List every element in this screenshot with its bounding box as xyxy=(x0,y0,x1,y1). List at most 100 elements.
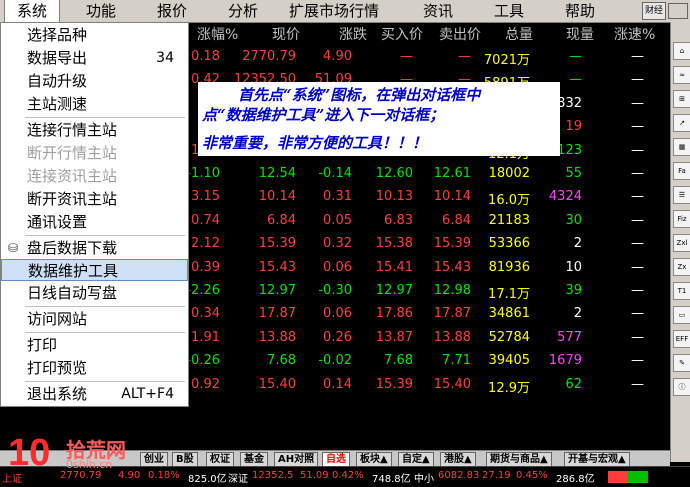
menu-function[interactable]: 功能 xyxy=(86,0,116,22)
table-cell: 30 xyxy=(565,212,582,228)
dd-data-export[interactable]: 数据导出 34 xyxy=(1,47,188,69)
dd-separator xyxy=(25,117,185,118)
table-cell: 19 xyxy=(565,119,582,135)
dd-comm-settings[interactable]: 通讯设置 xyxy=(1,211,188,233)
col-speed[interactable]: 涨速% xyxy=(614,24,655,44)
status-sz-value: 12352.5 xyxy=(252,470,294,481)
table-cell: 6.84 xyxy=(442,212,471,228)
table-cell: — xyxy=(631,353,644,369)
table-cell: 55 xyxy=(565,166,582,181)
menu-analysis[interactable]: 分析 xyxy=(228,0,258,22)
annotation-line-2: 点“数据维护工具”进入下一对话框； xyxy=(202,106,445,124)
status-sh-amount: 825.0亿 xyxy=(188,474,227,485)
toolbar-info-icon[interactable]: ⓘ xyxy=(673,378,690,396)
table-cell: — xyxy=(631,166,644,181)
status-sme-change: 27.19 xyxy=(482,470,511,481)
table-cell: 21183 xyxy=(488,212,530,228)
toolbar-eff-icon[interactable]: EFF xyxy=(673,330,690,348)
table-cell: 15.40 xyxy=(258,376,296,392)
col-bid[interactable]: 买入价 xyxy=(381,24,423,44)
table-cell: 15.39 xyxy=(375,376,413,392)
table-cell: 15.41 xyxy=(375,259,413,275)
dd-separator xyxy=(25,306,185,307)
dd-print-preview[interactable]: 打印预览 xyxy=(1,357,188,379)
col-current-volume[interactable]: 现量 xyxy=(566,24,594,44)
dd-connect-quote-server[interactable]: 连接行情主站 xyxy=(1,119,188,141)
table-cell: 10.14 xyxy=(258,189,296,205)
table-cell: 12.9万 xyxy=(488,380,530,396)
toolbar-fiz-icon[interactable]: Fiz xyxy=(673,210,690,228)
menu-quote[interactable]: 报价 xyxy=(157,0,187,22)
window-control-button[interactable] xyxy=(668,3,688,19)
table-cell: -0.26 xyxy=(186,353,220,369)
status-sme-label: 中小 xyxy=(414,474,434,485)
table-cell: — xyxy=(631,119,644,135)
toolbar-home-icon[interactable]: ⌂ xyxy=(673,42,690,60)
col-change-pct[interactable]: 涨幅% xyxy=(197,24,238,44)
table-cell: 15.39 xyxy=(433,236,471,252)
toolbar-tools-icon[interactable]: ✎ xyxy=(673,354,690,372)
col-change[interactable]: 涨跌 xyxy=(339,24,367,44)
table-cell: — xyxy=(458,49,471,64)
col-price[interactable]: 现价 xyxy=(272,24,300,44)
finance-logo-button[interactable]: 财经 xyxy=(642,2,666,20)
menu-news[interactable]: 资讯 xyxy=(423,0,453,22)
table-cell: — xyxy=(631,283,644,298)
status-sh-pct: 0.18% xyxy=(148,470,180,481)
dd-exit-system[interactable]: 退出系统 ALT+F4 xyxy=(1,383,188,405)
toolbar-fa-icon[interactable]: Fa xyxy=(673,162,690,180)
col-volume[interactable]: 总量 xyxy=(505,24,533,44)
dd-disconnect-news-server[interactable]: 断开资讯主站 xyxy=(1,188,188,210)
toolbar-grid-icon[interactable]: ▦ xyxy=(673,138,690,156)
tutorial-annotation: 首先点“系统”图标，在弹出对话框中 点“数据维护工具”进入下一对话框； 非常重要… xyxy=(198,82,560,156)
dd-visit-website[interactable]: 访问网站 xyxy=(1,308,188,330)
table-cell: 13.88 xyxy=(258,329,296,345)
dd-daily-auto-write[interactable]: 日线自动写盘 xyxy=(1,282,188,304)
menubar: 系统 功能 报价 分析 扩展市场行情 资讯 工具 帮助 财经 xyxy=(0,0,690,23)
table-cell: 13.87 xyxy=(375,329,413,345)
table-cell: 12.54 xyxy=(258,166,296,181)
dd-server-speed-test[interactable]: 主站测速 xyxy=(1,93,188,115)
toolbar-zxl-icon[interactable]: Zxl xyxy=(673,234,690,252)
toolbar-monitor-icon[interactable]: ▭ xyxy=(673,306,690,324)
dd-data-maintenance-tool[interactable]: 数据维护工具 xyxy=(1,259,188,281)
table-cell: — xyxy=(631,49,644,64)
toolbar-trend-icon[interactable]: ↗ xyxy=(673,114,690,132)
menu-system[interactable]: 系统 xyxy=(4,0,60,23)
table-cell: 10.14 xyxy=(433,189,471,205)
table-cell: 15.40 xyxy=(433,376,471,392)
table-cell: 39405 xyxy=(488,353,530,369)
table-cell: — xyxy=(631,259,644,275)
status-sz-pct: 0.42% xyxy=(332,470,364,481)
toolbar-kline-icon[interactable]: ⊞ xyxy=(673,90,690,108)
status-sme-amount: 286.8亿 xyxy=(556,474,595,485)
table-cell: -0.14 xyxy=(318,166,352,181)
col-ask[interactable]: 卖出价 xyxy=(439,24,481,44)
table-cell: 4324 xyxy=(548,189,582,205)
dd-select-variety[interactable]: 选择品种 xyxy=(1,24,188,46)
table-cell: 16.0万 xyxy=(488,193,530,209)
dd-post-market-download[interactable]: ⛁ 盘后数据下载 xyxy=(1,237,188,259)
dd-separator xyxy=(25,235,185,236)
table-cell: 10 xyxy=(565,259,582,275)
menu-extended-market[interactable]: 扩展市场行情 xyxy=(289,0,379,22)
table-cell: — xyxy=(631,72,644,88)
watermark-url: 0shih.cn xyxy=(66,458,113,471)
table-cell: 12.97 xyxy=(258,283,296,298)
table-cell: -0.02 xyxy=(318,353,352,369)
dd-auto-upgrade[interactable]: 自动升级 xyxy=(1,70,188,92)
table-cell: 15.43 xyxy=(433,259,471,275)
table-cell: 6.84 xyxy=(267,212,296,228)
dd-print[interactable]: 打印 xyxy=(1,334,188,356)
toolbar-chart-icon[interactable]: ≈ xyxy=(673,66,690,84)
menu-help[interactable]: 帮助 xyxy=(565,0,595,22)
toolbar-t1-icon[interactable]: T1 xyxy=(673,282,690,300)
table-cell: 81936 xyxy=(488,259,530,275)
table-cell: 0.32 xyxy=(323,236,352,252)
toolbar-zx-icon[interactable]: Zx xyxy=(673,258,690,276)
toolbar-list-icon[interactable]: ☰ xyxy=(673,186,690,204)
dd-disconnect-quote-server: 断开行情主站 xyxy=(27,144,118,162)
table-cell: -1.10 xyxy=(186,166,220,181)
menu-tools[interactable]: 工具 xyxy=(494,0,524,22)
table-cell: 0.05 xyxy=(323,212,352,228)
